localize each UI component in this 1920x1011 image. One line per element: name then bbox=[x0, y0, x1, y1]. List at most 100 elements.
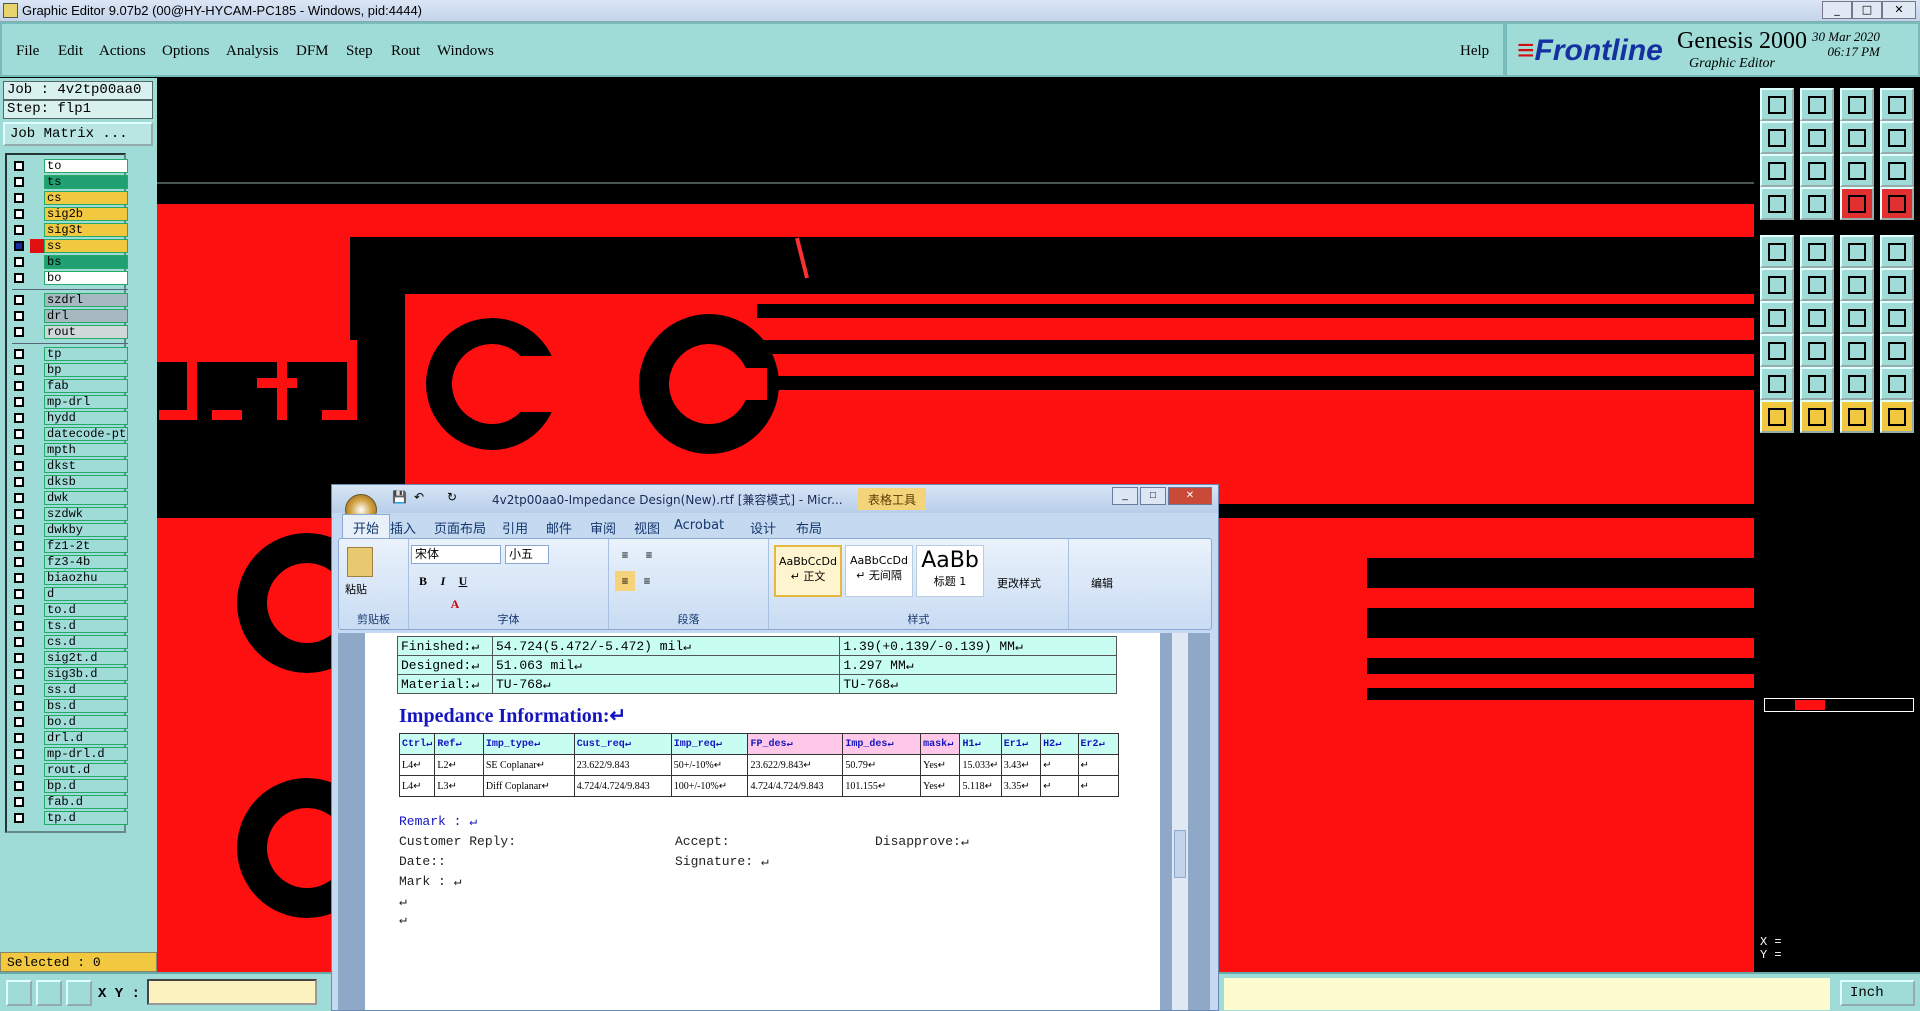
edit-button[interactable]: 编辑 bbox=[1091, 575, 1113, 591]
impedance-cell[interactable]: ↵ bbox=[1040, 775, 1079, 797]
word-close-icon[interactable]: ✕ bbox=[1168, 487, 1212, 505]
align-center-icon[interactable]: ≡ bbox=[637, 571, 657, 591]
layer-name[interactable]: sig2t.d bbox=[44, 651, 128, 665]
spec-cell[interactable]: 51.063 mil↵ bbox=[491, 655, 841, 675]
menu-dfm[interactable]: DFM bbox=[296, 43, 329, 60]
impedance-cell[interactable]: 50.79↵ bbox=[842, 754, 922, 776]
layer-color-swatch[interactable] bbox=[30, 779, 44, 793]
layer-checkbox[interactable] bbox=[14, 461, 24, 471]
layer-row[interactable]: sig2b bbox=[9, 207, 128, 221]
layer-row[interactable]: mp-drl bbox=[9, 395, 128, 409]
menu-file[interactable]: File bbox=[16, 43, 39, 60]
layer-row[interactable]: bp.d bbox=[9, 779, 128, 793]
layer-color-swatch[interactable] bbox=[30, 747, 44, 761]
drill-b-icon[interactable] bbox=[1880, 187, 1914, 220]
impedance-cell[interactable]: Yes↵ bbox=[920, 775, 961, 797]
layer-color-swatch[interactable] bbox=[30, 239, 44, 253]
layer-name[interactable]: datecode-ptc bbox=[44, 427, 128, 441]
grid-icon[interactable] bbox=[1800, 187, 1834, 220]
impedance-cell[interactable]: 4.724/4.724/9.843 bbox=[747, 775, 844, 797]
layer-checkbox[interactable] bbox=[14, 653, 24, 663]
impedance-cell[interactable]: SE Coplanar↵ bbox=[482, 754, 575, 776]
impedance-cell[interactable]: ↵ bbox=[1077, 775, 1120, 797]
via-a-icon[interactable] bbox=[1760, 334, 1794, 367]
menu-windows[interactable]: Windows bbox=[437, 43, 494, 60]
layer-row[interactable]: ts.d bbox=[9, 619, 128, 633]
layer-color-swatch[interactable] bbox=[30, 587, 44, 601]
layer-checkbox[interactable] bbox=[14, 797, 24, 807]
style-normal[interactable]: AaBbCcDd ↵ 正文 bbox=[774, 545, 842, 597]
layer-checkbox[interactable] bbox=[14, 525, 24, 535]
layer-row[interactable]: fab.d bbox=[9, 795, 128, 809]
layer-checkbox[interactable] bbox=[14, 349, 24, 359]
layer-row[interactable]: sig2t.d bbox=[9, 651, 128, 665]
layer-color-swatch[interactable] bbox=[30, 443, 44, 457]
layer-checkbox[interactable] bbox=[14, 381, 24, 391]
layer-up-icon[interactable] bbox=[1760, 88, 1794, 121]
grid-icon[interactable] bbox=[66, 980, 92, 1006]
impedance-cell[interactable]: Diff Coplanar↵ bbox=[482, 775, 575, 797]
layer-color-swatch[interactable] bbox=[30, 309, 44, 323]
layer-checkbox[interactable] bbox=[14, 749, 24, 759]
layer-row[interactable]: d bbox=[9, 587, 128, 601]
tri-a-icon[interactable] bbox=[1760, 367, 1794, 400]
layer-name[interactable]: dksb bbox=[44, 475, 128, 489]
layer-color-swatch[interactable] bbox=[30, 507, 44, 521]
layer-name[interactable]: tp.d bbox=[44, 811, 128, 825]
close-icon[interactable]: ✕ bbox=[1882, 1, 1916, 19]
ribbon-tab[interactable]: 开始 bbox=[342, 514, 391, 540]
menu-actions[interactable]: Actions bbox=[99, 43, 146, 60]
layer-color-swatch[interactable] bbox=[30, 207, 44, 221]
align-left-icon[interactable]: ≡ bbox=[615, 571, 635, 591]
layer-name[interactable]: bp.d bbox=[44, 779, 128, 793]
menu-edit[interactable]: Edit bbox=[58, 43, 83, 60]
overview-window[interactable] bbox=[1764, 698, 1914, 712]
ribbon-tab[interactable]: 页面布局 bbox=[434, 518, 486, 537]
layer-color-swatch[interactable] bbox=[30, 427, 44, 441]
numbering-icon[interactable]: ≡ bbox=[639, 545, 659, 565]
layer-row[interactable]: cs bbox=[9, 191, 128, 205]
layer-color-swatch[interactable] bbox=[30, 395, 44, 409]
help-icon[interactable] bbox=[1880, 154, 1914, 187]
layer-row[interactable]: cs.d bbox=[9, 635, 128, 649]
layer-color-swatch[interactable] bbox=[30, 667, 44, 681]
layer-row[interactable]: mpth bbox=[9, 443, 128, 457]
layer-color-swatch[interactable] bbox=[30, 795, 44, 809]
pad-icon[interactable] bbox=[1880, 235, 1914, 268]
menu-options[interactable]: Options bbox=[162, 43, 210, 60]
layer-color-swatch[interactable] bbox=[30, 191, 44, 205]
layer-name[interactable]: dwkby bbox=[44, 523, 128, 537]
arc-icon[interactable] bbox=[1840, 301, 1874, 334]
layer-name[interactable]: bp bbox=[44, 363, 128, 377]
layer-color-swatch[interactable] bbox=[30, 491, 44, 505]
layer-row[interactable]: szdrl bbox=[9, 293, 128, 307]
layer-color-swatch[interactable] bbox=[30, 635, 44, 649]
layer-color-swatch[interactable] bbox=[30, 683, 44, 697]
zoom-right-icon[interactable] bbox=[1800, 121, 1834, 154]
ribbon-tab[interactable]: 引用 bbox=[502, 518, 528, 537]
document-scroll-thumb[interactable] bbox=[1174, 830, 1186, 878]
font-size-select[interactable]: 小五 bbox=[505, 545, 549, 564]
ruler-icon[interactable] bbox=[1840, 235, 1874, 268]
layer-color-swatch[interactable] bbox=[30, 223, 44, 237]
layer-color-swatch[interactable] bbox=[30, 603, 44, 617]
line-b-icon[interactable] bbox=[1800, 301, 1834, 334]
layer-name[interactable]: rout bbox=[44, 325, 128, 339]
impedance-cell[interactable]: 101.155↵ bbox=[842, 775, 922, 797]
layer-color-swatch[interactable] bbox=[30, 651, 44, 665]
layer-checkbox[interactable] bbox=[14, 225, 24, 235]
paste-icon[interactable] bbox=[347, 547, 373, 577]
layer-checkbox[interactable] bbox=[14, 733, 24, 743]
impedance-cell[interactable]: 3.35↵ bbox=[1000, 775, 1042, 797]
layer-color-swatch[interactable] bbox=[30, 763, 44, 777]
layer-checkbox[interactable] bbox=[14, 241, 24, 251]
layer-row[interactable]: tp bbox=[9, 347, 128, 361]
layer-name[interactable]: sig2b bbox=[44, 207, 128, 221]
layer-checkbox[interactable] bbox=[14, 781, 24, 791]
ribbon-tab[interactable]: Acrobat bbox=[674, 518, 724, 533]
layer-row[interactable]: dksb bbox=[9, 475, 128, 489]
stretch-icon[interactable] bbox=[1880, 121, 1914, 154]
layer-row[interactable]: bp bbox=[9, 363, 128, 377]
layer-row[interactable]: ss bbox=[9, 239, 128, 253]
layer-row[interactable]: bs bbox=[9, 255, 128, 269]
